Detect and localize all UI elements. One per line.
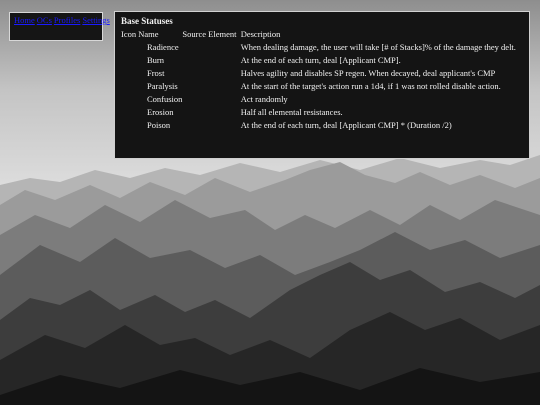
status-name: Frost [147,67,165,78]
status-name: Confusion [147,93,183,104]
table-row: Poison At the end of each turn, deal [Ap… [121,118,523,131]
header-icon-label: Icon [121,29,137,39]
header-description: Description [240,29,281,39]
nav-link-settings[interactable]: Settings [82,15,109,25]
top-nav: Home OCs Profiles Settings [9,12,110,41]
header-name-label: Name [138,29,159,39]
status-description: When dealing damage, the user will take … [240,41,516,52]
status-description: At the end of each turn, deal [Applicant… [240,54,401,65]
status-source [182,66,240,79]
table-header-row: Icon Name Source Element Description [121,28,523,40]
status-name: Burn [147,54,164,65]
table-row: Erosion Half all elemental resistances. [121,105,523,118]
status-name: Paralysis [147,80,178,91]
nav-link-ocs[interactable]: OCs [37,15,52,25]
statuses-panel: Base Statuses Icon Name Source Element D… [114,11,530,159]
status-source [182,40,240,53]
page: Home OCs Profiles Settings Base Statuses Ic… [0,0,540,405]
status-source [182,105,240,118]
status-source [182,118,240,131]
table-row: Confusion Act randomly [121,92,523,105]
status-source [182,79,240,92]
statuses-table: Icon Name Source Element Description Rad… [121,28,523,131]
nav-link-home[interactable]: Home [14,15,35,25]
status-description: At the start of the target's action run … [240,80,501,91]
panel-title: Base Statuses [121,16,173,26]
status-source [182,92,240,105]
nav-link-profiles[interactable]: Profiles [54,15,80,25]
table-row: Frost Halves agility and disables SP reg… [121,66,523,79]
status-name: Poison [147,119,171,130]
table-row: Burn At the end of each turn, deal [Appl… [121,53,523,66]
table-row: Radience When dealing damage, the user w… [121,40,523,53]
status-source [182,53,240,66]
status-name: Erosion [147,106,174,117]
header-icon-name: Icon Name [121,28,182,40]
header-source-element: Source Element [182,29,237,39]
status-description: Act randomly [240,93,288,104]
status-description: Half all elemental resistances. [240,106,343,117]
status-name: Radience [147,41,179,52]
table-row: Paralysis At the start of the target's a… [121,79,523,92]
status-description: At the end of each turn, deal [Applicant… [240,119,452,130]
status-description: Halves agility and disables SP regen. Wh… [240,67,496,78]
